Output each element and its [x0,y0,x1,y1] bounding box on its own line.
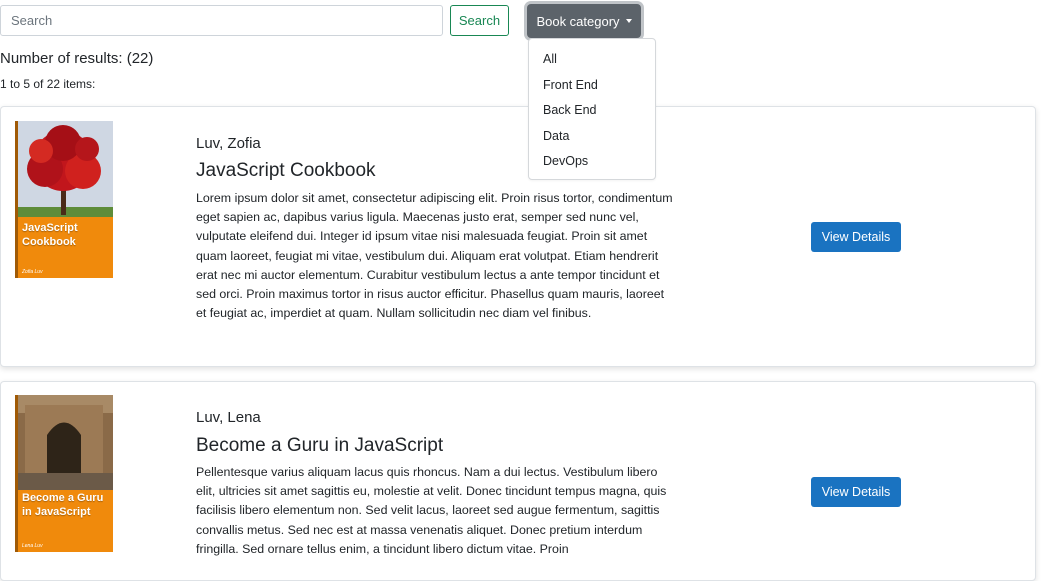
book-cover-image[interactable]: JavaScript Cookbook Zofia Luv [15,121,113,278]
book-card: JavaScript Cookbook Zofia Luv Luv, Zofia… [0,106,1036,367]
cover-title: Become a Guru in JavaScript [22,492,104,518]
cover-author: Lena Luv [22,543,43,549]
book-author: Luv, Lena [196,409,261,426]
archway-cover-art [15,395,113,552]
category-option-back-end[interactable]: Back End [529,100,655,126]
category-option-data[interactable]: Data [529,126,655,152]
search-input[interactable] [0,5,443,36]
search-button[interactable]: Search [450,5,509,36]
category-option-front-end[interactable]: Front End [529,75,655,101]
book-description: Pellentesque varius aliquam lacus quis r… [196,465,667,556]
caret-down-icon [625,19,632,23]
book-cover-image[interactable]: Become a Guru in JavaScript Lena Luv [15,395,113,552]
view-details-button[interactable]: View Details [811,477,901,507]
book-category-label: Book category [536,13,620,29]
cover-author: Zofia Luv [22,269,43,275]
book-title: Become a Guru in JavaScript [196,435,444,456]
tree-cover-art [15,121,113,278]
view-details-button[interactable]: View Details [811,222,901,252]
book-category-dropdown-button[interactable]: Book category [527,4,641,38]
book-description: Lorem ipsum dolor sit amet, consectetur … [196,191,673,321]
book-author: Luv, Zofia [196,135,261,152]
book-card: Become a Guru in JavaScript Lena Luv Luv… [0,381,1036,581]
category-option-all[interactable]: All [529,49,655,75]
results-count: Number of results: (22) [0,50,154,67]
category-option-devops[interactable]: DevOps [529,151,655,177]
results-range: 1 to 5 of 22 items: [0,77,96,91]
book-title: JavaScript Cookbook [196,160,376,181]
book-category-menu: All Front End Back End Data DevOps [528,38,656,180]
cover-title: JavaScript Cookbook [22,222,78,248]
